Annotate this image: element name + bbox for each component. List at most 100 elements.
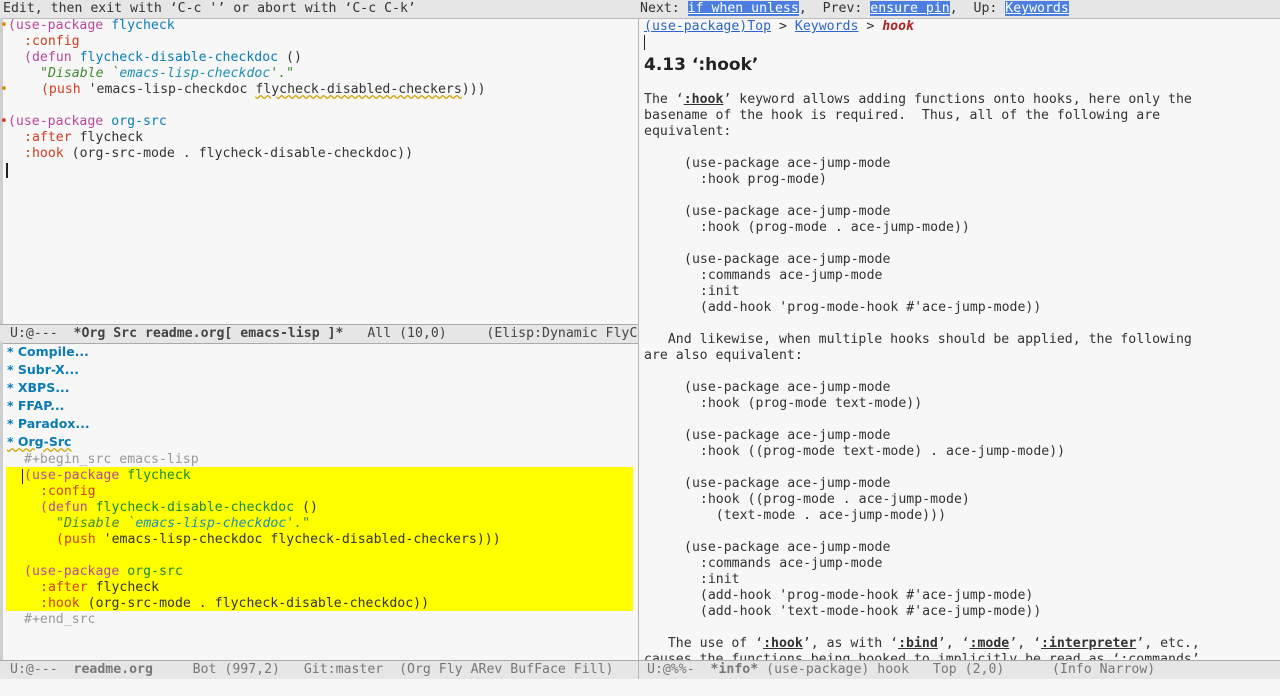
kw: :hook <box>24 146 64 161</box>
sym: flycheck-disabled-checkers <box>255 82 462 97</box>
fringe-marker: • <box>0 114 8 129</box>
org-buffer[interactable]: * Compile... * Subr-X... * XBPS... * FFA… <box>0 342 638 660</box>
ml-modes: (Elisp:Dynamic FlyC <box>486 326 638 341</box>
prev-link[interactable]: ensure pin <box>870 1 950 16</box>
info-buffer[interactable]: (use-package)Top > Keywords > hook 4.13 … <box>639 18 1280 660</box>
sym: (org-src-mode . flycheck-disable-checkdo… <box>87 596 430 611</box>
ml-node: (use-package) hook <box>766 662 910 677</box>
code-line-3: (defun flycheck-disable-checkdoc () <box>24 50 302 66</box>
example-line: :init <box>684 284 740 299</box>
mode-line-info[interactable]: U:@%%- *info* (use-package) hook Top (2,… <box>639 660 1280 680</box>
kw: (use-package <box>24 564 120 579</box>
src-line-5: (push 'emacs-lisp-checkdoc flycheck-disa… <box>56 532 501 548</box>
org-heading[interactable]: * Paradox... <box>7 416 90 432</box>
sym: 'emacs-lisp-checkdoc <box>88 82 248 97</box>
ml-status: U:@%%- <box>647 662 695 677</box>
text: ’, as with ‘ <box>802 636 899 651</box>
example-line: :hook ((prog-mode text-mode) . ace-jump-… <box>684 444 1066 459</box>
ml-pos: Bot (997,2) <box>192 662 280 677</box>
text-cursor <box>644 35 645 50</box>
text: ’, etc., <box>1136 636 1200 651</box>
example-line: (add-hook 'prog-mode-hook #'ace-jump-mod… <box>684 300 1042 315</box>
pkg: flycheck <box>127 468 191 483</box>
next-label: Next: <box>640 1 680 16</box>
next-link[interactable]: if when unless <box>687 1 799 16</box>
up-link[interactable]: Keywords <box>1005 1 1069 16</box>
str: emacs-lisp-checkdoc <box>135 516 287 531</box>
example-line: (text-mode . ace-jump-mode))) <box>684 508 947 523</box>
para-3-line-1: The use of ‘:hook’, as with ‘:bind ’, ‘:m… <box>644 636 1200 652</box>
para-3-line-2: causes the functions being hooked to imp… <box>644 652 1200 660</box>
para-1-line-3: equivalent: <box>644 124 732 139</box>
crumb-sep: > <box>858 19 883 34</box>
src-line-9: :hook (org-src-mode . flycheck-disable-c… <box>40 596 429 612</box>
interpreter-ref[interactable]: :interpreter <box>1041 636 1136 651</box>
para-2-line-1: And likewise, when multiple hooks should… <box>644 332 1192 347</box>
hook-ref[interactable]: :hook <box>763 636 803 651</box>
kw: (defun <box>24 50 72 65</box>
mode-line-bottom-left[interactable]: U:@--- readme.org Bot (997,2) Git:master… <box>0 660 638 680</box>
org-heading[interactable]: * Subr-X... <box>7 362 79 378</box>
str: "Disable ` <box>40 66 120 81</box>
kw: :after <box>40 580 88 595</box>
mode-ref[interactable]: :mode <box>970 636 1010 651</box>
org-heading[interactable]: * XBPS... <box>7 380 69 396</box>
crumb-top[interactable]: (use-package)Top <box>644 19 771 34</box>
src-line-8: :after flycheck <box>40 580 159 596</box>
org-heading[interactable]: * FFAP... <box>7 398 64 414</box>
ml-branch: Git:master <box>303 662 384 677</box>
sym: flycheck <box>79 130 144 145</box>
example-line: :hook (prog-mode text-mode)) <box>684 396 923 411</box>
pkg: org-src <box>127 564 183 579</box>
sym: 'emacs-lisp-checkdoc <box>103 532 263 547</box>
crumb-keywords[interactable]: Keywords <box>795 19 859 34</box>
example-line: :commands ace-jump-mode <box>684 268 883 283</box>
pkg: org-src <box>111 114 167 129</box>
example-line: (use-package ace-jump-mode <box>684 156 891 171</box>
fn: flycheck-disable-checkdoc <box>79 50 279 65</box>
minibuffer[interactable] <box>0 679 1280 696</box>
text: The ‘ <box>644 92 684 107</box>
kw: :config <box>40 484 96 499</box>
args: () <box>286 50 302 65</box>
code-line-8: :after flycheck <box>24 130 143 146</box>
kw: :config <box>24 34 80 49</box>
text: The use of ‘ <box>644 636 764 651</box>
kw: (push <box>40 82 81 97</box>
example-line: (add-hook 'text-mode-hook #'ace-jump-mod… <box>684 604 1042 619</box>
ml-pos: Top (2,0) <box>932 662 1005 677</box>
src-line-4: "Disable `emacs-lisp-checkdoc'." <box>56 516 310 532</box>
code-line-9: :hook (org-src-mode . flycheck-disable-c… <box>24 146 413 162</box>
example-line: (use-package ace-jump-mode <box>684 380 891 395</box>
bind-ref[interactable]: :bind <box>898 636 938 651</box>
ml-status: U:@--- <box>10 662 58 677</box>
example-line: :hook prog-mode) <box>684 172 827 187</box>
section-heading: 4.13 ‘:hook’ <box>644 55 759 75</box>
example-line: :commands ace-jump-mode <box>684 556 883 571</box>
org-heading[interactable]: * Compile... <box>7 344 89 360</box>
mode-line-top-left[interactable]: U:@--- *Org Src readme.org[ emacs-lisp ]… <box>0 324 638 344</box>
org-heading[interactable]: * Org-Src <box>7 434 71 450</box>
org-src-editor[interactable]: •(use-package flycheck :config (defun fl… <box>0 18 638 324</box>
ml-modes: (Info Narrow) <box>1051 662 1156 677</box>
ml-status: U:@--- <box>10 326 58 341</box>
info-nav: Next: if when unless, Prev: ensure pin, … <box>640 1 1069 17</box>
end-src: #+end_src <box>24 612 96 627</box>
crumb-sep: > <box>771 19 795 34</box>
text: ’, ‘ <box>1009 636 1042 651</box>
args: () <box>302 500 318 515</box>
hook-ref[interactable]: :hook <box>684 92 724 107</box>
kw: (use-package <box>7 18 104 33</box>
example-line: (use-package ace-jump-mode <box>684 540 891 555</box>
kw: :hook <box>40 596 80 611</box>
example-line: :hook (prog-mode . ace-jump-mode)) <box>684 220 970 235</box>
ml-modes: (Org Fly ARev BufFace Fill) <box>399 662 614 677</box>
example-line: (use-package ace-jump-mode <box>684 252 891 267</box>
str: "Disable ` <box>56 516 136 531</box>
code-line-2: :config <box>24 34 80 50</box>
edit-hint: Edit, then exit with ‘C-c '’ or abort wi… <box>3 1 416 16</box>
str: emacs-lisp-checkdoc <box>119 66 271 81</box>
code-line-1: •(use-package flycheck <box>0 18 175 34</box>
para-1-line-1: The ‘:hook’ keyword allows adding functi… <box>644 92 1192 108</box>
fringe-marker: • <box>0 18 8 33</box>
